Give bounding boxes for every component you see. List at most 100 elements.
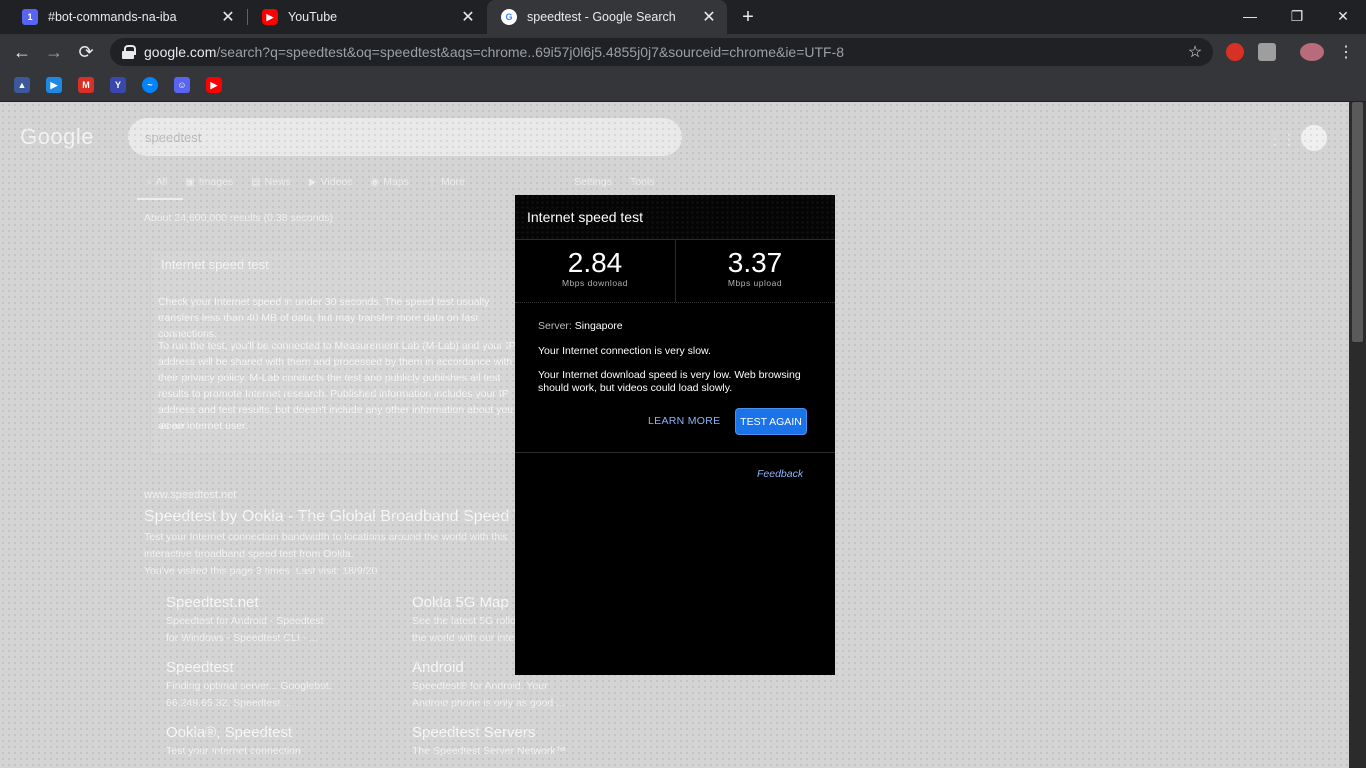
sitelink-title[interactable]: Ookla®, Speedtest [166,724,292,741]
tab-more[interactable]: ⋮ More [427,176,465,188]
page-scrollbar[interactable] [1349,102,1366,768]
results-count: About 24,600,000 results (0.38 seconds) [144,212,334,224]
sitelink-snippet: Speedtest for Android - Speedtest for Wi… [166,615,324,644]
download-label: Mbps download [561,278,629,288]
sitelink-snippet: Test your Internet connection [166,745,301,757]
tab-title: YouTube [288,10,338,24]
about-link[interactable]: About [160,421,185,432]
extension-download-icon[interactable] [1258,43,1276,61]
more-icon: ⋮ [426,176,437,188]
bookmark-2-icon[interactable]: ▶ [46,77,62,93]
address-bar[interactable]: google.com/search?q=speedtest&oq=speedte… [110,38,1213,66]
bookmark-1-icon[interactable]: ▲ [14,77,30,93]
search-icon: ⌕ [146,176,152,188]
feedback-link[interactable]: Feedback [757,468,803,480]
minimize-icon[interactable]: — [1227,0,1273,32]
tab-all[interactable]: ⌕ All [146,176,167,188]
card-paragraph-1: Check your Internet speed in under 30 se… [158,296,490,340]
test-again-button[interactable]: TEST AGAIN [735,408,807,435]
upload-metric: 3.37 Mbps upload [675,240,835,302]
server-label: Server: [538,320,572,332]
sitelink-title[interactable]: Speedtest [166,659,234,676]
settings-link[interactable]: Settings [574,176,612,188]
url-text[interactable]: google.com/search?q=speedtest&oq=speedte… [144,44,1183,60]
tab-strip: 1 #bot-commands-na-iba ✕ ▶ YouTube ✕ G s… [0,0,1366,34]
news-icon: ▤ [251,176,261,188]
status-text: Your Internet connection is very slow. [538,345,711,357]
sitelink-title[interactable]: Speedtest.net [166,594,259,611]
learn-more-button[interactable]: LEARN MORE [648,415,720,427]
tab-speedtest-search[interactable]: G speedtest - Google Search ✕ [487,0,727,34]
tab-videos[interactable]: ▶ Videos [309,176,353,188]
result-visited: You've visited this page 3 times. Last v… [144,565,378,577]
discord-notification-icon: 1 [22,9,38,25]
tab-title: #bot-commands-na-iba [48,10,177,24]
tab-maps[interactable]: ◉ Maps [371,176,409,188]
download-value: 2.84 [567,247,623,278]
card-paragraph-2: To run the test, you'll be connected to … [158,340,516,432]
tab-bot-commands[interactable]: 1 #bot-commands-na-iba ✕ [8,0,246,34]
close-icon[interactable]: ✕ [701,9,717,26]
search-tabs: ⌕ All ▣ Images ▤ News ▶ Videos ◉ Maps ⋮ More [146,176,483,188]
close-icon[interactable]: ✕ [460,9,476,26]
tab-youtube[interactable]: ▶ YouTube ✕ [248,0,486,34]
sitelink-snippet: Finding optimal server... Googlebot. 66.… [166,680,332,709]
chrome-menu-icon[interactable]: ⋮ [1336,42,1356,62]
dialog-header: Internet speed test [515,195,835,240]
bookmarks-bar: ▲ ▶ M Y ~ ☺ ▶ [0,70,1366,102]
profile-avatar-icon[interactable] [1300,43,1324,61]
gmail-icon[interactable]: M [78,77,94,93]
card-heading: Internet speed test [161,257,269,272]
scrollbar-thumb[interactable] [1352,102,1363,342]
extension-adblock-icon[interactable] [1226,43,1244,61]
upload-value: 3.37 [727,247,783,278]
back-icon[interactable]: ← [8,38,36,66]
tab-images[interactable]: ▣ Images [185,176,233,188]
google-logo[interactable]: Google [20,124,94,150]
restore-icon[interactable]: ❐ [1274,0,1320,32]
speed-test-dialog: Internet speed test 2.84 Mbps download 3… [515,195,835,675]
apps-grid-icon[interactable]: ⋮⋮ [1268,132,1296,146]
image-icon: ▣ [185,176,195,188]
video-icon: ▶ [308,176,317,188]
google-icon: G [501,9,517,25]
window-close-icon[interactable]: ✕ [1320,0,1366,32]
discord-icon[interactable]: ☺ [174,77,190,93]
bookmark-star-icon[interactable]: ☆ [1183,42,1207,62]
result-title[interactable]: Speedtest by Ookla - The Global Broadban… [144,508,543,526]
dialog-title: Internet speed test [527,209,643,225]
sitelink-snippet: The Speedtest Server Network™ [412,745,567,757]
tab-title: speedtest - Google Search [527,10,676,24]
speed-test-card: Internet speed test Check your Internet … [150,250,520,455]
result-url[interactable]: www.speedtest.net [144,489,236,501]
search-box[interactable] [128,118,682,156]
map-pin-icon: ◉ [370,176,380,188]
sitelink-title[interactable]: Ookla 5G Map [412,594,509,611]
lock-icon[interactable] [122,45,136,59]
tab-news[interactable]: ▤ News [251,176,291,188]
result-snippet: Test your Internet connection bandwidth … [144,531,508,560]
active-tab-indicator [137,198,183,200]
detail-text: Your Internet download speed is very low… [538,369,801,394]
search-input[interactable] [128,118,682,156]
messenger-icon[interactable]: ~ [142,77,158,93]
forward-icon[interactable]: → [40,38,68,66]
sitelink-snippet: Speedtest® for Android. Your Android pho… [412,680,565,709]
upload-label: Mbps upload [727,278,783,288]
server-info: Server: Singapore [538,320,808,333]
tools-link[interactable]: Tools [630,176,655,188]
sitelink-title[interactable]: Android [412,659,464,676]
browser-toolbar: ← → ⟳ google.com/search?q=speedtest&oq=s… [0,34,1366,70]
server-value: Singapore [574,320,623,332]
youtube-icon[interactable]: ▶ [206,77,222,93]
metrics-divider [515,302,835,303]
new-tab-icon[interactable]: + [737,6,759,28]
account-avatar[interactable] [1301,125,1327,151]
dialog-divider [515,452,835,453]
download-metric: 2.84 Mbps download [515,240,675,302]
reload-icon[interactable]: ⟳ [72,38,100,66]
yahoo-icon[interactable]: Y [110,77,126,93]
close-icon[interactable]: ✕ [220,9,236,26]
sitelink-title[interactable]: Speedtest Servers [412,724,535,741]
search-tools: Settings Tools [574,176,654,188]
